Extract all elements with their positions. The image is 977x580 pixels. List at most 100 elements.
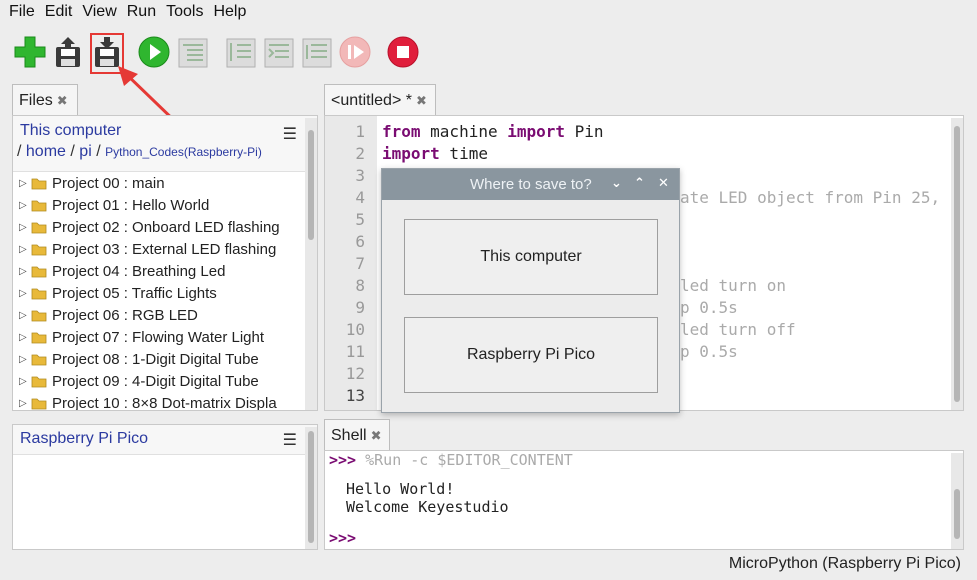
file-tree-item[interactable]: ▷ Project 00 : main — [13, 172, 306, 194]
step-into-icon — [264, 38, 294, 68]
pico-scrollbar[interactable] — [305, 427, 317, 549]
expand-triangle-icon[interactable]: ▷ — [19, 178, 31, 189]
files-location: This computer — [20, 122, 122, 139]
scrollbar-thumb[interactable] — [308, 431, 314, 543]
save-to-pico-button[interactable]: Raspberry Pi Pico — [404, 317, 658, 393]
tab-label: Shell — [331, 426, 367, 444]
scrollbar-thumb[interactable] — [954, 489, 960, 539]
save-to-this-computer-button[interactable]: This computer — [404, 219, 658, 295]
breadcrumb-python-codes[interactable]: Python_Codes(Raspberry-Pi) — [105, 145, 262, 159]
expand-triangle-icon[interactable]: ▷ — [19, 332, 31, 343]
new-button[interactable] — [12, 34, 48, 70]
menu-edit[interactable]: Edit — [40, 3, 78, 21]
expand-triangle-icon[interactable]: ▷ — [19, 376, 31, 387]
shell-command-line: >>> %Run -c $EDITOR_CONTENT — [329, 451, 573, 469]
line-number: 11 — [345, 342, 365, 361]
file-tree-item[interactable]: ▷ Project 05 : Traffic Lights — [13, 282, 306, 304]
menu-icon[interactable]: ☰ — [283, 430, 297, 450]
menu-bar: File Edit View Run Tools Help — [0, 0, 977, 24]
expand-triangle-icon[interactable]: ▷ — [19, 200, 31, 211]
line-number: 3 — [355, 166, 365, 185]
file-list: ▷ Project 00 : main ▷ Project 01 : Hello Wo… — [13, 172, 306, 411]
expand-triangle-icon[interactable]: ▷ — [19, 288, 31, 299]
expand-triangle-icon[interactable]: ▷ — [19, 398, 31, 409]
file-tree-item[interactable]: ▷ Project 04 : Breathing Led — [13, 260, 306, 282]
menu-run[interactable]: Run — [122, 3, 161, 21]
line-number: 13 — [345, 386, 365, 405]
menu-tools[interactable]: Tools — [161, 3, 208, 21]
folder-icon — [31, 354, 47, 365]
code-line-4: ate LED object from Pin 25, — [680, 188, 941, 207]
step-over-button[interactable] — [222, 34, 258, 70]
code-line-2: import time — [382, 144, 488, 163]
breadcrumb: / home / pi / Python_Codes(Raspberry-Pi) — [17, 143, 317, 161]
close-icon[interactable]: ✖ — [57, 93, 68, 109]
tab-untitled[interactable]: <untitled> * ✖ — [324, 84, 436, 116]
breadcrumb-home[interactable]: home — [26, 143, 66, 160]
stop-button[interactable] — [385, 34, 421, 70]
breadcrumb-sep: / — [70, 143, 75, 160]
folder-icon — [31, 288, 47, 299]
shell-console[interactable]: >>> %Run -c $EDITOR_CONTENT Hello World!… — [324, 450, 964, 550]
minimize-icon[interactable]: ⌄ — [611, 175, 622, 191]
menu-help[interactable]: Help — [208, 3, 251, 21]
file-tree-item-label: Project 10 : 8×8 Dot-matrix Displa — [52, 394, 277, 411]
breadcrumb-sep: / — [96, 143, 101, 160]
menu-view[interactable]: View — [77, 3, 121, 21]
menu-file[interactable]: File — [4, 3, 40, 21]
code-line-1: from machine import Pin — [382, 122, 604, 141]
file-tree-item[interactable]: ▷ Project 02 : Onboard LED flashing — [13, 216, 306, 238]
expand-triangle-icon[interactable]: ▷ — [19, 244, 31, 255]
file-tree-item[interactable]: ▷ Project 06 : RGB LED — [13, 304, 306, 326]
expand-triangle-icon[interactable]: ▷ — [19, 266, 31, 277]
tab-shell[interactable]: Shell ✖ — [324, 419, 390, 451]
close-icon[interactable]: ✖ — [371, 428, 382, 444]
file-tree-item[interactable]: ▷ Project 01 : Hello World — [13, 194, 306, 216]
code-line-10: led turn off — [680, 320, 796, 339]
plus-icon — [14, 36, 46, 68]
scrollbar-thumb[interactable] — [954, 126, 960, 402]
file-tree-item[interactable]: ▷ Project 10 : 8×8 Dot-matrix Displa — [13, 392, 306, 411]
line-number: 4 — [355, 188, 365, 207]
breadcrumb-sep: / — [17, 143, 22, 160]
menu-icon[interactable]: ☰ — [283, 124, 297, 144]
tab-files[interactable]: Files ✖ — [12, 84, 78, 116]
files-panel: This computer ☰ / home / pi / Python_Cod… — [12, 115, 318, 411]
files-header: This computer ☰ / home / pi / Python_Cod… — [13, 116, 317, 172]
code-line-8: led turn on — [680, 276, 786, 295]
folder-icon — [31, 222, 47, 233]
expand-triangle-icon[interactable]: ▷ — [19, 354, 31, 365]
file-tree-item[interactable]: ▷ Project 03 : External LED flashing — [13, 238, 306, 260]
file-tree-item[interactable]: ▷ Project 09 : 4-Digit Digital Tube — [13, 370, 306, 392]
stop-icon — [387, 36, 419, 68]
expand-triangle-icon[interactable]: ▷ — [19, 310, 31, 321]
breadcrumb-pi[interactable]: pi — [79, 143, 91, 160]
pico-header: Raspberry Pi Pico ☰ — [13, 425, 317, 455]
file-tree-item[interactable]: ▷ Project 08 : 1-Digit Digital Tube — [13, 348, 306, 370]
tab-label: <untitled> * — [331, 91, 412, 109]
resume-button[interactable] — [337, 34, 373, 70]
expand-triangle-icon[interactable]: ▷ — [19, 222, 31, 233]
step-out-button[interactable] — [298, 34, 334, 70]
close-icon[interactable]: ✕ — [658, 175, 669, 191]
step-into-button[interactable] — [260, 34, 296, 70]
file-tree-item-label: Project 07 : Flowing Water Light — [52, 328, 265, 346]
maximize-icon[interactable]: ⌃ — [634, 175, 645, 191]
save-location-dialog: Where to save to? ⌄ ⌃ ✕ This computer Ra… — [381, 168, 680, 413]
shell-scrollbar[interactable] — [951, 453, 963, 549]
close-icon[interactable]: ✖ — [416, 93, 427, 109]
step-over-icon — [226, 38, 256, 68]
line-number: 12 — [345, 364, 365, 383]
interpreter-status[interactable]: MicroPython (Raspberry Pi Pico) — [729, 555, 961, 573]
pico-location: Raspberry Pi Pico — [20, 430, 149, 447]
file-tree-item[interactable]: ▷ Project 07 : Flowing Water Light — [13, 326, 306, 348]
line-number: 8 — [355, 276, 365, 295]
file-tree-item-label: Project 04 : Breathing Led — [52, 262, 226, 280]
line-number: 6 — [355, 232, 365, 251]
open-button[interactable] — [50, 34, 86, 70]
code-line-11: p 0.5s — [680, 342, 738, 361]
scrollbar-thumb[interactable] — [308, 130, 314, 240]
files-scrollbar[interactable] — [305, 118, 317, 410]
step-out-icon — [302, 38, 332, 68]
editor-scrollbar[interactable] — [951, 118, 963, 410]
